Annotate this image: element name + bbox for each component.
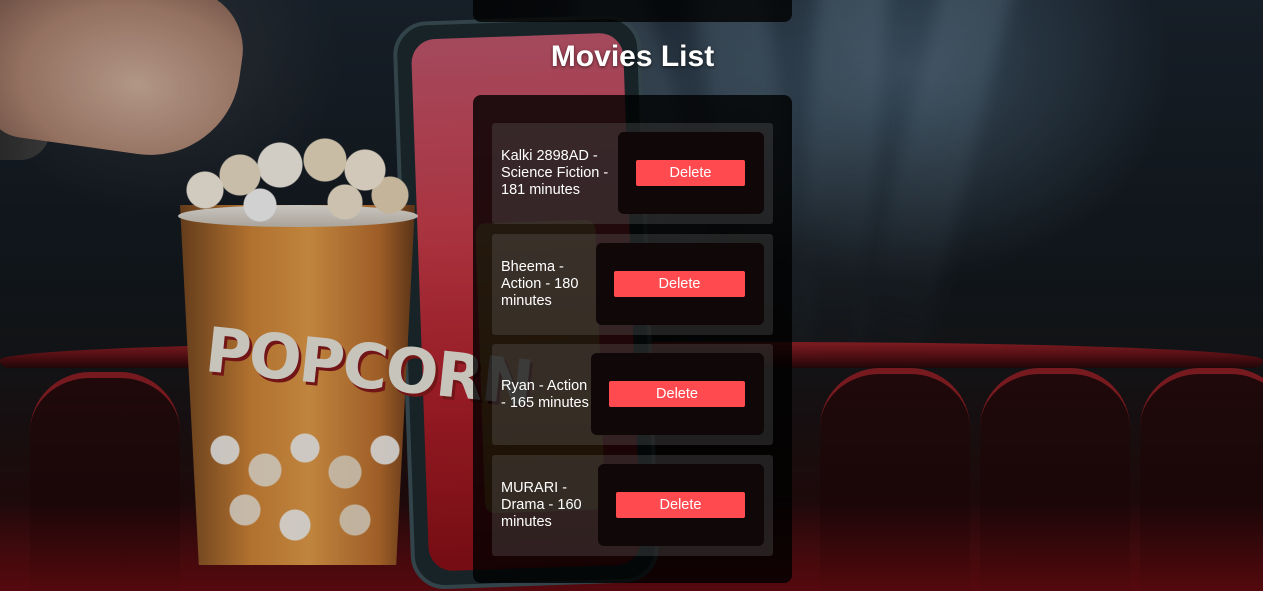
delete-button[interactable]: Delete <box>614 271 745 297</box>
page-title: Movies List <box>550 40 715 73</box>
delete-button-container: Delete <box>618 132 764 214</box>
movie-details: Kalki 2898AD - Science Fiction - 181 min… <box>501 148 609 198</box>
delete-button-container: Delete <box>596 243 764 325</box>
delete-button-container: Delete <box>598 464 764 546</box>
movie-card: MURARI - Drama - 160 minutes Delete <box>492 455 773 556</box>
movie-card: Kalki 2898AD - Science Fiction - 181 min… <box>492 123 773 224</box>
movie-details: Bheema - Action - 180 minutes <box>501 259 579 309</box>
delete-button[interactable]: Delete <box>636 160 745 186</box>
delete-button-container: Delete <box>591 353 764 435</box>
movie-details: MURARI - Drama - 160 minutes <box>501 480 582 530</box>
top-panel <box>473 0 792 22</box>
movies-list-panel: Kalki 2898AD - Science Fiction - 181 min… <box>473 95 792 583</box>
delete-button[interactable]: Delete <box>616 492 745 518</box>
delete-button[interactable]: Delete <box>609 381 745 407</box>
movie-card: Bheema - Action - 180 minutes Delete <box>492 234 773 335</box>
movie-card: Ryan - Action - 165 minutes Delete <box>492 344 773 445</box>
movie-details: Ryan - Action - 165 minutes <box>501 377 589 411</box>
